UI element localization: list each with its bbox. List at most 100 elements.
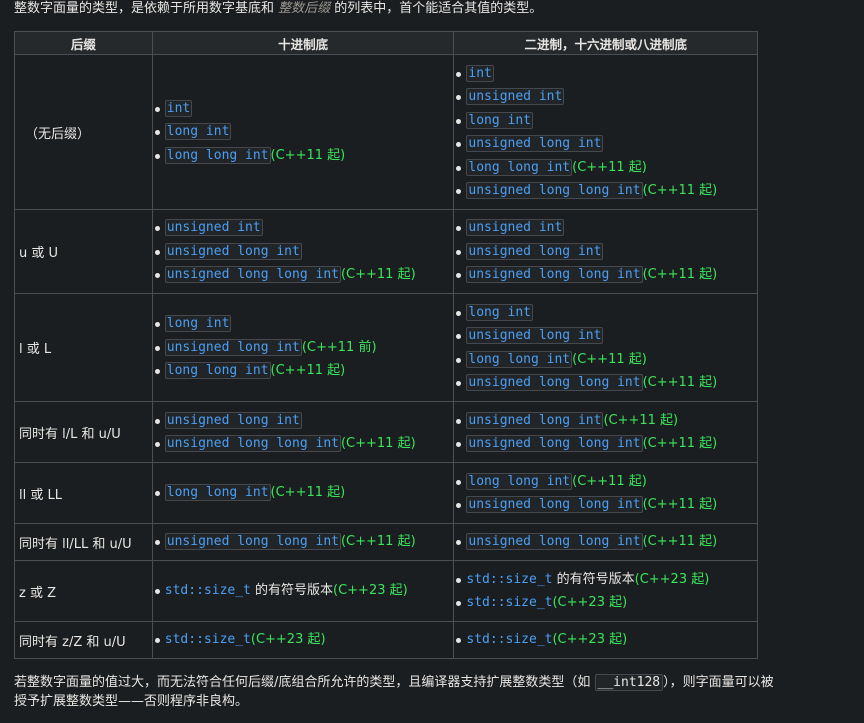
size-t-link[interactable]: std::size_t	[165, 583, 251, 598]
version-note: (C++23 起)	[333, 583, 408, 599]
size-t-link[interactable]: std::size_t	[165, 632, 251, 647]
type-list: long long int (C++11 起)	[153, 481, 454, 505]
table-header-row: 后缀 十进制底 二进制，十六进制或八进制底	[14, 31, 758, 55]
type-link[interactable]: unsigned int	[466, 219, 565, 237]
size-t-link[interactable]: std::size_t	[466, 595, 552, 610]
list-item: long long int (C++11 起)	[456, 348, 757, 372]
list-item: long int	[456, 301, 757, 325]
type-link[interactable]: long long int	[164, 146, 271, 164]
type-list: unsigned long long int (C++11 起)	[153, 530, 454, 554]
type-list: std::size_t 的有符号版本(C++23 起)	[153, 579, 454, 603]
suffix-cell: 同时有 z/Z 和 u/U	[14, 621, 153, 659]
type-link[interactable]: unsigned long long int	[466, 496, 643, 513]
other-base-types-cell: std::size_t(C++23 起)	[453, 621, 758, 659]
decimal-types-cell: std::size_t 的有符号版本(C++23 起)	[151, 560, 455, 622]
version-note: (C++11 起)	[572, 473, 647, 489]
list-item: unsigned int	[456, 216, 757, 240]
list-item: unsigned long int (C++11 前)	[154, 336, 454, 360]
size-t-link[interactable]: std::size_t	[466, 632, 552, 647]
type-link[interactable]: unsigned long long int	[164, 266, 341, 284]
version-note: (C++11 起)	[270, 363, 346, 379]
intro-text-after: 的列表中，首个能适合其值的类型。	[330, 1, 543, 16]
header-decimal: 十进制底	[151, 31, 455, 55]
type-link[interactable]: unsigned long int	[164, 242, 302, 260]
type-link[interactable]: long long int	[466, 350, 573, 368]
type-link[interactable]: unsigned long long int	[466, 533, 643, 551]
list-item: unsigned long int	[154, 240, 454, 264]
type-list: unsigned int unsigned long int unsigned lo…	[454, 216, 757, 287]
suffix-cell: l 或 L	[14, 293, 153, 402]
list-item: unsigned int	[456, 85, 757, 109]
size-t-link[interactable]: std::size_t	[466, 572, 552, 587]
table-row: 同时有 z/Z 和 u/U std::size_t(C++23 起) std::si…	[14, 621, 758, 659]
list-item: long long int (C++11 起)	[154, 481, 454, 505]
list-item: long int	[456, 109, 757, 133]
type-link[interactable]: long int	[164, 123, 232, 141]
suffix-cell: u 或 U	[14, 209, 153, 294]
list-item: std::size_t(C++23 起)	[456, 628, 757, 652]
list-item: unsigned long long int (C++11 起)	[456, 530, 757, 554]
type-list: long int unsigned long int (C++11 前) long l…	[153, 312, 454, 383]
other-base-types-cell: unsigned long long int (C++11 起)	[453, 523, 758, 561]
type-list: int long int long long int (C++11 起)	[153, 97, 454, 168]
table-row: u 或 Uunsigned int unsigned long int unsign…	[14, 209, 758, 294]
intro-emphasis-link[interactable]: 整数后缀	[278, 1, 330, 16]
version-note: (C++11 起)	[642, 436, 718, 451]
list-item: long int	[154, 120, 454, 144]
type-link[interactable]: long int	[466, 111, 534, 129]
type-link[interactable]: long long int	[164, 362, 271, 380]
table-row: l 或 Llong int unsigned long int (C++11 前) l…	[14, 293, 758, 402]
list-item: unsigned long long int (C++11 起)	[154, 263, 454, 287]
type-link[interactable]: long int	[164, 315, 232, 333]
list-item: long long int (C++11 起)	[154, 144, 454, 168]
type-list: std::size_t 的有符号版本(C++23 起) std::size_t(C…	[454, 568, 757, 615]
type-link[interactable]: long long int	[466, 158, 573, 176]
type-link[interactable]: unsigned long long int	[164, 533, 341, 551]
list-item: unsigned long long int (C++11 起)	[456, 432, 757, 456]
type-link[interactable]: int	[164, 99, 193, 117]
version-note: (C++11 起)	[340, 267, 416, 283]
list-item: std::size_t 的有符号版本(C++23 起)	[154, 579, 454, 603]
type-description: 的有符号版本	[250, 583, 334, 599]
version-note: (C++11 前)	[301, 339, 377, 355]
type-link[interactable]: unsigned long int	[164, 338, 302, 356]
type-link[interactable]: unsigned long long int	[466, 182, 643, 199]
version-note: (C++11 起)	[340, 436, 416, 451]
decimal-types-cell: std::size_t(C++23 起)	[151, 621, 455, 659]
type-link[interactable]: unsigned long int	[164, 411, 302, 429]
type-link[interactable]: unsigned long int	[466, 411, 604, 429]
suffix-cell: z 或 Z	[14, 560, 153, 622]
type-link[interactable]: long long int	[466, 472, 573, 490]
type-list: int unsigned int long int unsigned long int…	[454, 62, 757, 203]
type-list: long int unsigned long int long long int (C…	[454, 301, 757, 395]
type-list: unsigned long long int (C++11 起)	[454, 530, 757, 554]
type-link[interactable]: long long int	[164, 484, 271, 502]
type-link[interactable]: int	[466, 64, 494, 82]
version-note: (C++23 起)	[250, 632, 326, 648]
type-link[interactable]: unsigned long int	[466, 242, 604, 260]
type-link[interactable]: unsigned long long int	[466, 374, 643, 391]
version-note: (C++23 起)	[552, 632, 628, 648]
type-link[interactable]: unsigned long long int	[466, 266, 643, 284]
int128-code: __int128	[594, 674, 664, 691]
decimal-types-cell: int long int long long int (C++11 起)	[151, 54, 455, 210]
type-list: unsigned int unsigned long int unsigned lo…	[153, 216, 454, 287]
list-item: unsigned long int (C++11 起)	[456, 409, 757, 433]
type-link[interactable]: unsigned long long int	[466, 435, 643, 452]
type-link[interactable]: long int	[466, 303, 534, 321]
list-item: int	[154, 97, 454, 121]
type-link[interactable]: unsigned long int	[466, 327, 604, 344]
outro-text-after: ），则字面量可以被	[663, 675, 774, 690]
header-suffix: 后缀	[14, 31, 153, 55]
other-base-types-cell: int unsigned int long int unsigned long int…	[453, 54, 758, 210]
table-row: 同时有 l/L 和 u/U unsigned long int unsigned l…	[14, 401, 758, 463]
decimal-types-cell: unsigned long long int (C++11 起)	[151, 523, 455, 561]
list-item: unsigned long int	[456, 132, 757, 156]
intro-paragraph: 整数字面量的类型，是依赖于所用数字基底和 整数后缀 的列表中，首个能适合其值的类…	[14, 0, 542, 18]
type-link[interactable]: unsigned long long int	[164, 435, 341, 452]
type-link[interactable]: unsigned int	[466, 88, 565, 105]
outro-paragraph: 若整数字面量的值过大，而无法符合任何后缀/底组合所允许的类型，且编译器支持扩展整…	[14, 673, 774, 711]
type-link[interactable]: unsigned int	[164, 219, 263, 237]
type-link[interactable]: unsigned long int	[466, 135, 604, 152]
decimal-types-cell: long int unsigned long int (C++11 前) long l…	[151, 293, 455, 402]
